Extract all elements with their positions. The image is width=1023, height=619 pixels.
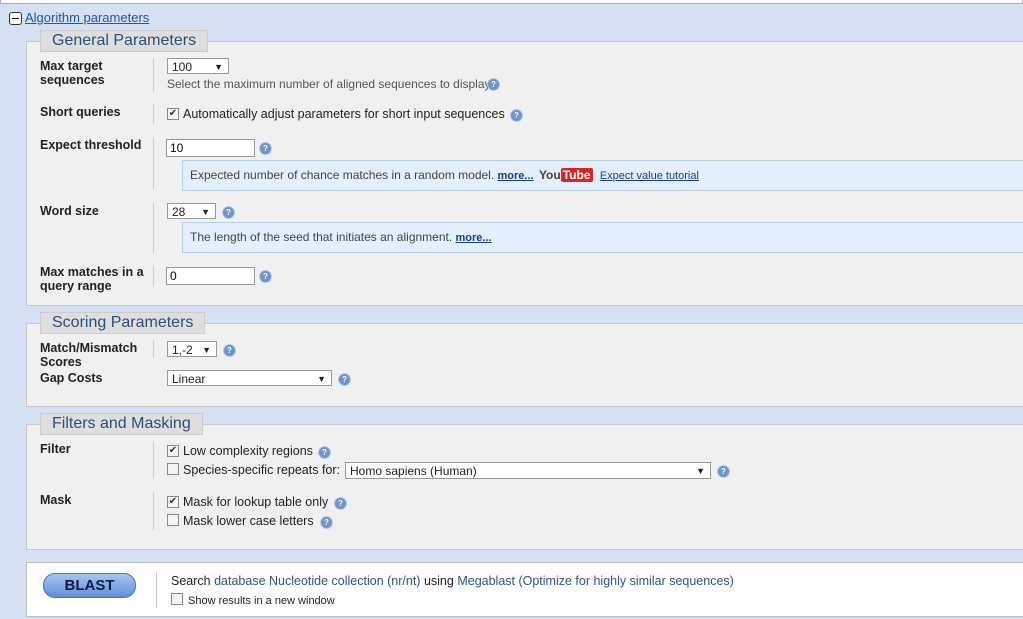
youtube-logo[interactable]: You Tube [539, 168, 593, 182]
separator [153, 58, 154, 92]
general-parameters-legend: General Parameters [40, 30, 209, 52]
dropdown-arrow-icon: ▼ [214, 62, 223, 72]
help-icon[interactable]: ? [320, 516, 333, 529]
lowercase-text: Mask lower case letters [183, 514, 314, 528]
word-size-value: 28 [172, 205, 186, 219]
expect-info-box: Expected number of chance matches in a r… [182, 160, 1023, 191]
separator [153, 340, 154, 358]
separator [153, 104, 154, 124]
gap-costs-value: Linear [172, 372, 206, 386]
max-target-label: Max target sequences [40, 59, 105, 87]
scoring-parameters-panel [26, 323, 1023, 407]
help-icon[interactable]: ? [717, 465, 730, 478]
collapse-icon[interactable] [9, 12, 22, 25]
separator [153, 441, 154, 479]
word-size-info-text: The length of the seed that initiates an… [190, 230, 453, 244]
submit-bar [26, 562, 1023, 617]
dropdown-arrow-icon: ▼ [201, 207, 210, 217]
separator [153, 203, 154, 253]
max-target-hint: Select the maximum number of aligned seq… [167, 77, 491, 91]
match-mismatch-select[interactable]: 1,-2 ▼ [167, 341, 217, 357]
low-complexity-checkbox[interactable]: ✔ [167, 445, 179, 457]
species-select[interactable]: Homo sapiens (Human) ▼ [345, 462, 711, 479]
match-mismatch-label: Match/Mismatch Scores [40, 341, 138, 369]
expect-more-link[interactable]: more... [498, 170, 534, 182]
mask-label: Mask [40, 493, 72, 507]
lowercase-checkbox[interactable] [167, 514, 179, 526]
word-size-more-link[interactable]: more... [456, 232, 492, 244]
separator [153, 137, 154, 189]
filters-masking-legend: Filters and Masking [40, 413, 203, 435]
lookup-table-checkbox[interactable]: ✔ [167, 496, 179, 508]
match-mismatch-value: 1,-2 [172, 343, 193, 357]
max-matches-label: Max matches in a query range [40, 265, 144, 293]
search-text: Search [171, 574, 211, 588]
help-icon[interactable]: ? [259, 270, 272, 283]
short-queries-label: Short queries [40, 105, 121, 119]
separator [153, 492, 154, 530]
short-queries-checkbox[interactable]: ✔ [167, 108, 179, 120]
short-queries-text: Automatically adjust parameters for shor… [183, 107, 505, 121]
previous-section-box [0, 0, 1023, 4]
expect-threshold-input[interactable] [166, 139, 255, 157]
help-icon[interactable]: ? [318, 446, 331, 459]
species-repeats-checkbox[interactable] [167, 463, 179, 475]
help-icon[interactable]: ? [223, 344, 236, 357]
separator [156, 572, 157, 608]
dropdown-arrow-icon: ▼ [202, 345, 211, 355]
scoring-parameters-legend: Scoring Parameters [40, 312, 206, 334]
expect-info-text: Expected number of chance matches in a r… [190, 168, 495, 182]
max-matches-input[interactable] [166, 267, 255, 285]
blast-button[interactable]: BLAST [43, 573, 136, 598]
word-size-info-box: The length of the seed that initiates an… [182, 222, 1023, 253]
filter-label: Filter [40, 442, 71, 456]
help-icon[interactable]: ? [222, 206, 235, 219]
new-window-text: Show results in a new window [188, 595, 335, 607]
species-repeats-text: Species-specific repeats for: [183, 463, 341, 477]
species-value: Homo sapiens (Human) [350, 464, 477, 478]
word-size-select[interactable]: 28 ▼ [167, 203, 216, 219]
dropdown-arrow-icon: ▼ [696, 466, 705, 476]
low-complexity-text: Low complexity regions [183, 444, 313, 458]
new-window-checkbox[interactable] [171, 593, 183, 605]
using-text: using [423, 574, 454, 588]
expect-threshold-label: Expect threshold [40, 138, 142, 152]
help-icon[interactable]: ? [487, 78, 500, 91]
max-target-select[interactable]: 100 ▼ [167, 58, 229, 74]
help-icon[interactable]: ? [259, 142, 272, 155]
filters-masking-panel [26, 424, 1023, 550]
search-summary: Search database Nucleotide collection (n… [171, 574, 734, 588]
expect-tutorial-link[interactable]: Expect value tutorial [600, 170, 699, 182]
max-target-value: 100 [172, 60, 193, 74]
separator [153, 265, 154, 287]
lookup-table-text: Mask for lookup table only [183, 495, 329, 509]
algorithm-parameters-toggle[interactable]: Algorithm parameters [25, 10, 149, 25]
help-icon[interactable]: ? [334, 497, 347, 510]
help-icon[interactable]: ? [510, 109, 523, 122]
word-size-label: Word size [40, 204, 99, 218]
gap-costs-select[interactable]: Linear ▼ [167, 370, 332, 386]
database-name: database Nucleotide collection (nr/nt) [214, 574, 421, 588]
help-icon[interactable]: ? [338, 373, 351, 386]
gap-costs-label: Gap Costs [40, 371, 103, 385]
dropdown-arrow-icon: ▼ [317, 374, 326, 384]
program-name: Megablast (Optimize for highly similar s… [457, 574, 734, 588]
